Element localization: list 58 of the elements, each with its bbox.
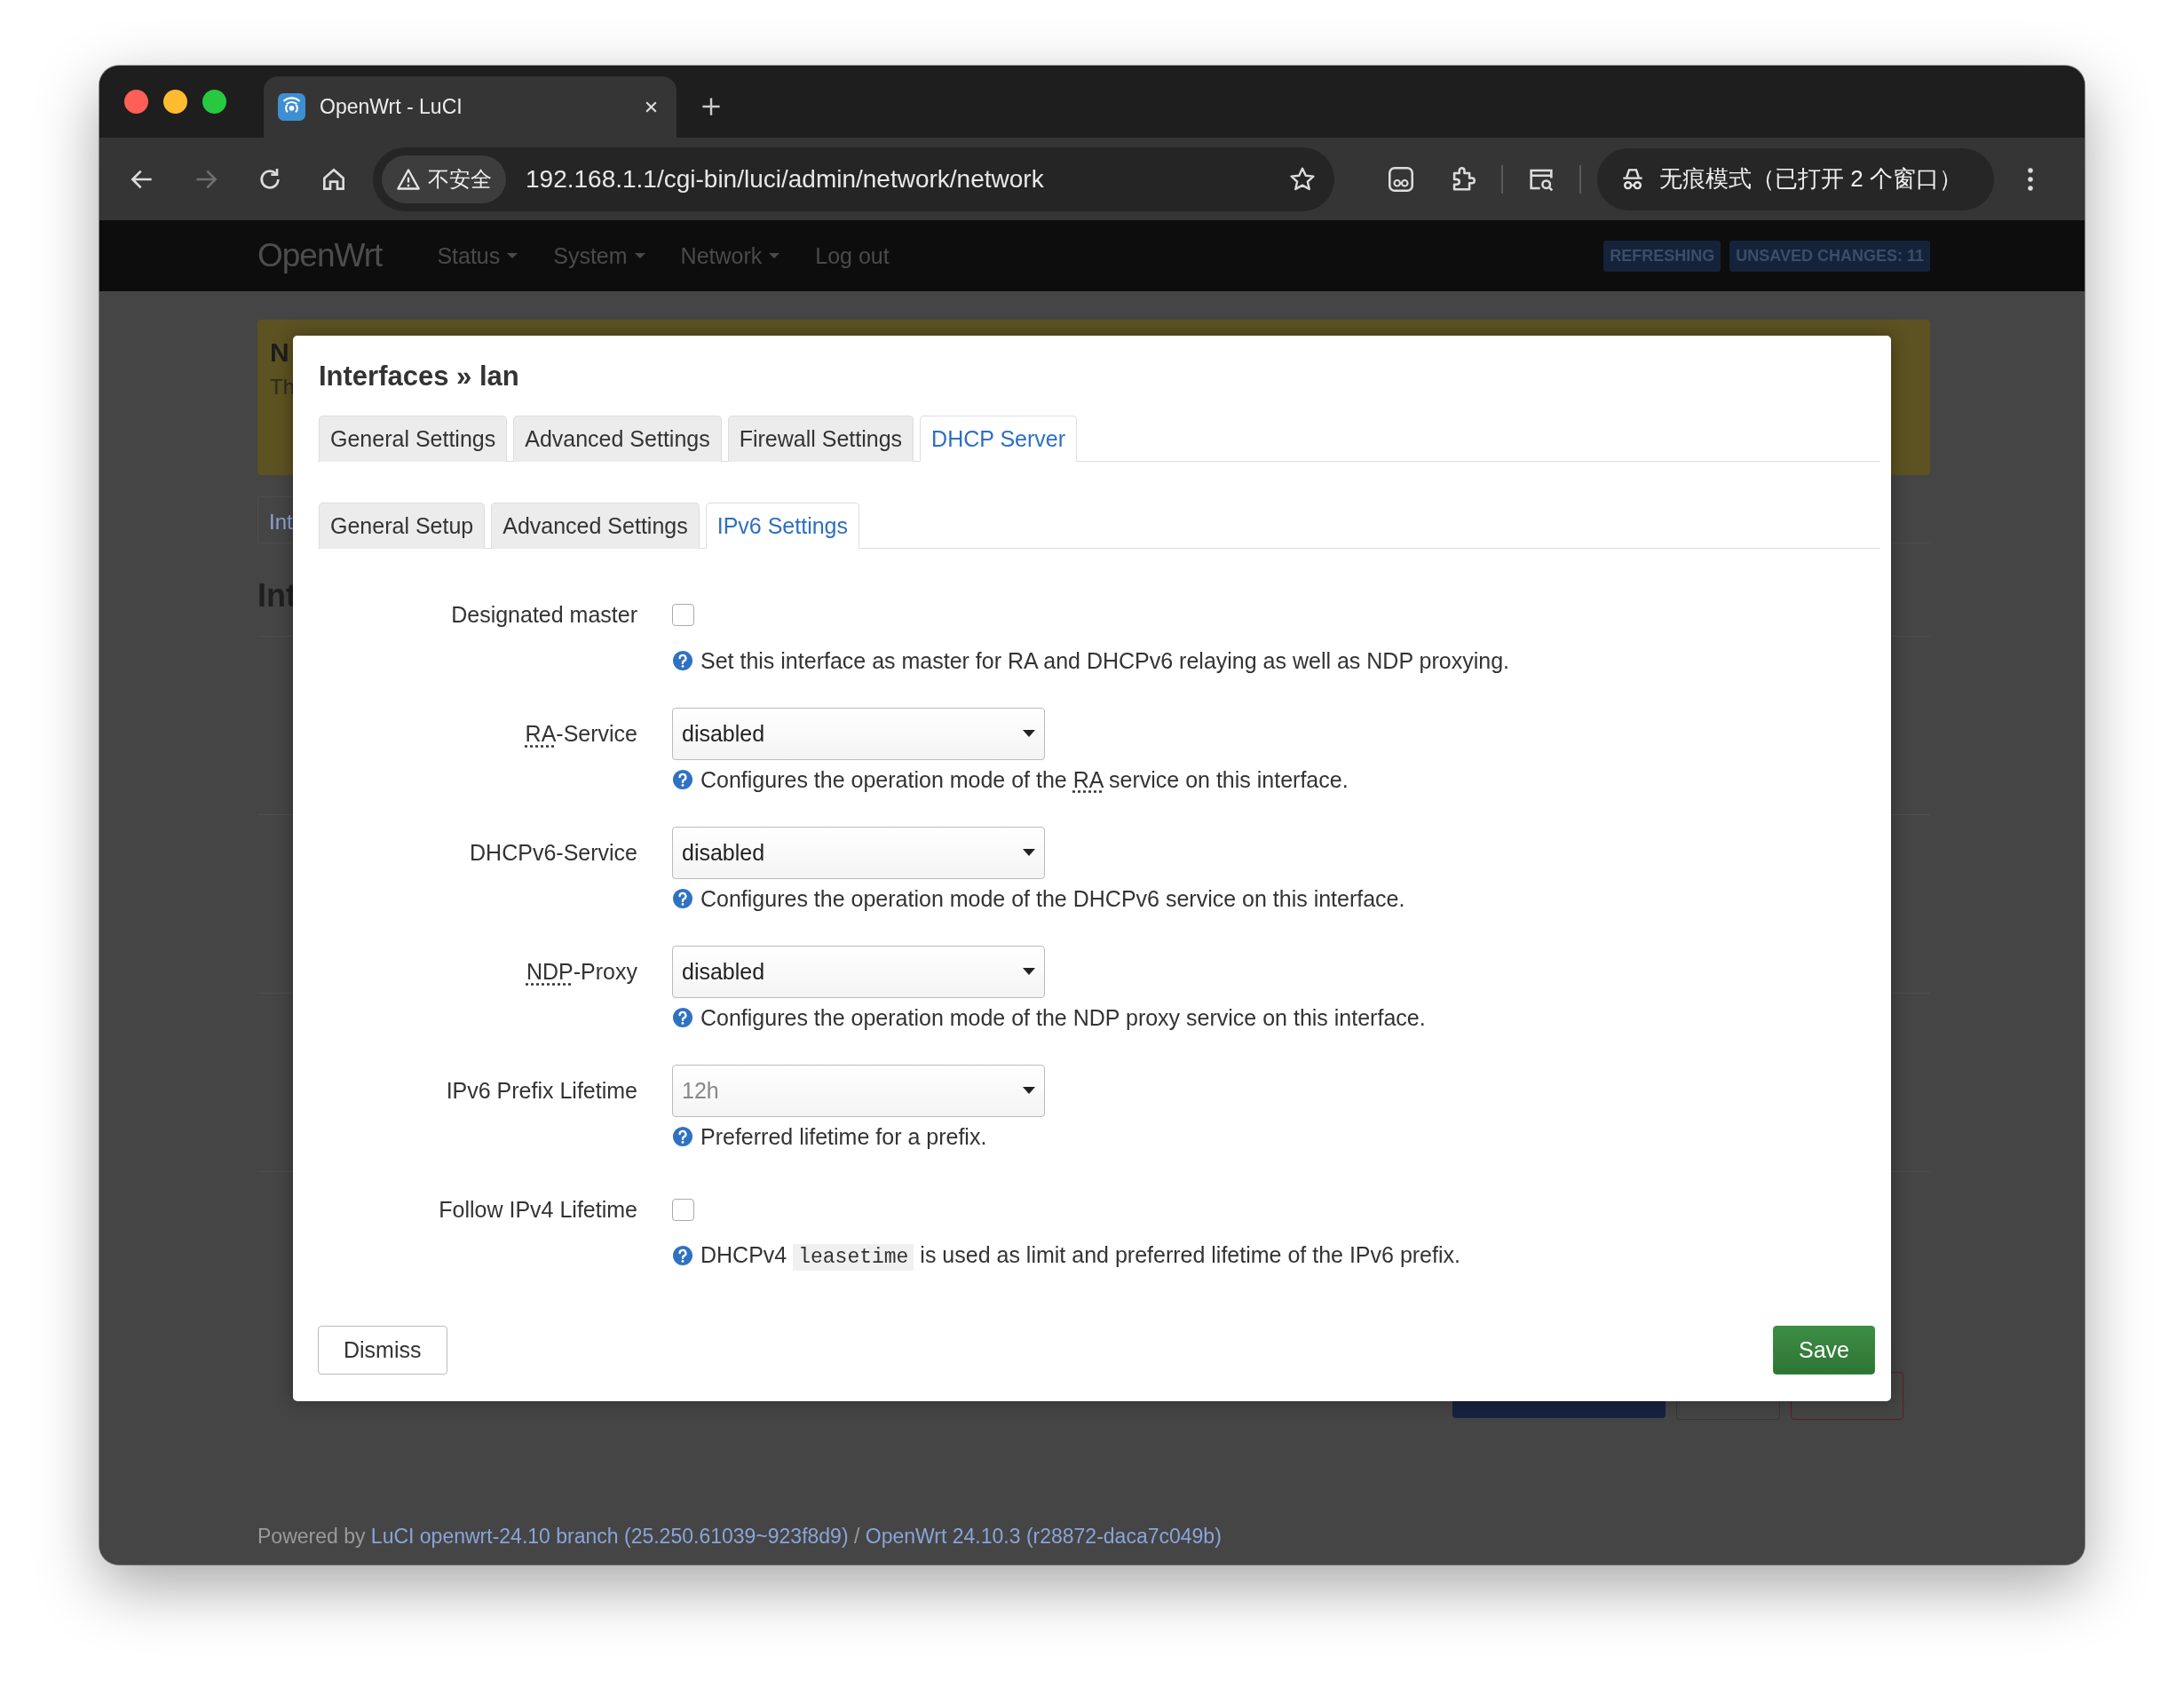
help-text: Configures the operation mode of the DHCPv6 service on this interface. — [700, 885, 1405, 912]
tab-title: OpenWrt - LuCI — [320, 95, 463, 119]
caret-icon — [507, 253, 518, 258]
tab[interactable]: General Setup — [319, 503, 486, 549]
window-control-button[interactable] — [124, 90, 148, 114]
dropdown[interactable]: disabled — [672, 945, 1045, 998]
dialog-title: Interfaces » lan — [319, 361, 520, 392]
security-chip[interactable]: 不安全 — [382, 155, 506, 203]
caret-icon — [769, 253, 780, 258]
help-text: Set this interface as master for RA and DHCPv6 relaying as well as NDP proxying. — [700, 647, 1510, 674]
dropdown[interactable]: disabled — [672, 707, 1045, 760]
dropdown[interactable]: disabled — [672, 826, 1045, 879]
help-icon — [672, 1126, 693, 1147]
url-text: 192.168.1.1/cgi-bin/luci/admin/network/network — [526, 164, 1045, 194]
field-label: NDP-Proxy — [525, 958, 637, 986]
tab[interactable]: Advanced Settings — [491, 503, 700, 549]
window-control-button[interactable] — [163, 90, 187, 114]
browser-tab[interactable]: OpenWrt - LuCI — [264, 76, 677, 138]
dismiss-button[interactable]: Dismiss — [318, 1326, 447, 1375]
close-icon[interactable] — [644, 99, 659, 115]
footer-text: Powered by LuCI openwrt-24.10 branch (25.250.61039~923f8d9) / OpenWrt 24.10.3 (r28872-daca7c049b) — [257, 1525, 1223, 1549]
tab[interactable]: General Settings — [319, 416, 508, 462]
warning-icon — [396, 166, 421, 192]
incognito-chip[interactable]: 无痕模式（已打开 2 个窗口） — [1597, 147, 1994, 210]
caret-icon — [634, 253, 645, 258]
checkbox[interactable] — [672, 1198, 694, 1221]
window-control-button[interactable] — [202, 90, 226, 114]
tab[interactable]: DHCP Server — [920, 416, 1078, 462]
caret-icon — [1023, 730, 1035, 737]
field-label: Designated master — [450, 601, 637, 629]
help-icon — [672, 650, 693, 671]
save-button[interactable]: Save — [1773, 1326, 1875, 1375]
caret-icon — [1023, 968, 1035, 975]
plus-icon[interactable] — [701, 97, 721, 116]
help-text: DHCPv4 leasetime is used as limit and preferred lifetime of the IPv6 prefix. — [700, 1242, 1460, 1269]
more-menu-icon[interactable] — [2025, 165, 2035, 193]
field-label: DHCPv6-Service — [469, 839, 637, 867]
help-icon — [672, 1245, 693, 1266]
checkbox[interactable] — [672, 603, 694, 626]
help-icon — [672, 769, 693, 790]
help-icon — [672, 888, 693, 909]
notice-title: N — [270, 337, 289, 368]
help-text: Configures the operation mode of the RA service on this interface. — [700, 766, 1349, 793]
address-bar[interactable]: 不安全 192.168.1.1/cgi-bin/luci/admin/network/network — [373, 147, 1334, 211]
field-label: RA-Service — [524, 720, 637, 748]
caret-icon — [1023, 1087, 1035, 1094]
help-text: Preferred lifetime for a prefix. — [700, 1123, 987, 1150]
help-icon — [672, 1007, 693, 1028]
tab[interactable]: Advanced Settings — [513, 416, 722, 462]
tab[interactable]: Firewall Settings — [727, 416, 914, 462]
caret-icon — [1023, 849, 1035, 856]
help-text: Configures the operation mode of the NDP proxy service on this interface. — [700, 1004, 1426, 1031]
field-label: Follow IPv4 Lifetime — [438, 1196, 637, 1224]
field-label: IPv6 Prefix Lifetime — [445, 1077, 637, 1105]
wifi-icon — [278, 93, 305, 121]
tab[interactable]: IPv6 Settings — [705, 503, 859, 549]
footer-link[interactable]: OpenWrt 24.10.3 (r28872-daca7c049b) — [865, 1525, 1222, 1548]
footer-link[interactable]: LuCI openwrt-24.10 branch (25.250.61039~923f8d9) — [370, 1525, 849, 1548]
